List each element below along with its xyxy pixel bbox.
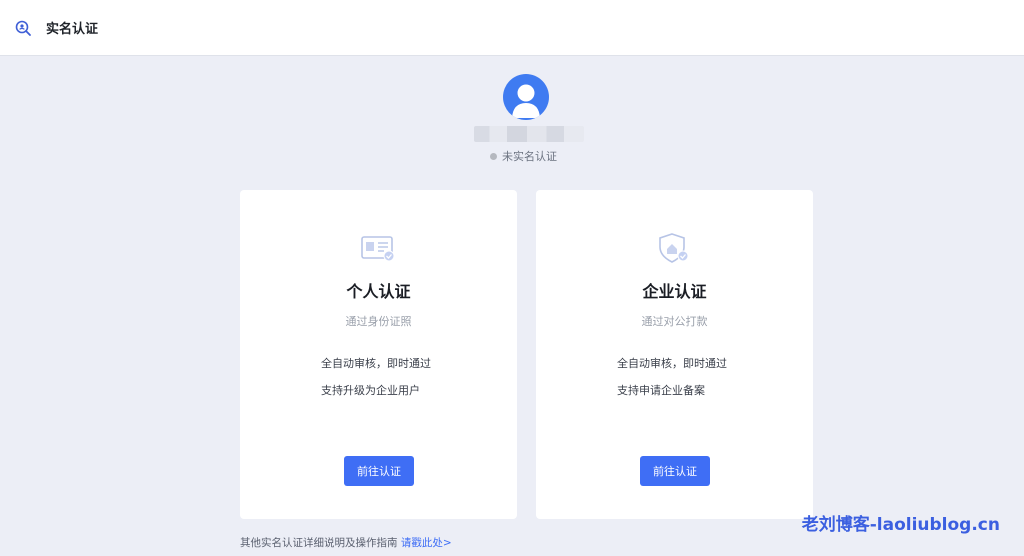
feature-item: 支持申请企业备案	[617, 384, 705, 397]
card-subtitle: 通过对公打款	[641, 315, 708, 328]
guide-link[interactable]: 请戳此处>	[401, 537, 452, 549]
feature-list: 全自动审核，即时通过 支持申请企业备案	[617, 357, 727, 411]
personal-verification-card: 个人认证 通过身份证照 全自动审核，即时通过 支持升级为企业用户 前往认证	[240, 190, 517, 519]
watermark: 老刘博客-laoliublog.cn	[801, 515, 1000, 535]
avatar	[503, 74, 549, 120]
feature-item: 全自动审核，即时通过	[617, 357, 727, 370]
status-dot-icon	[490, 152, 497, 160]
card-title: 个人认证	[346, 282, 411, 301]
feature-list: 全自动审核，即时通过 支持升级为企业用户	[321, 357, 431, 411]
personal-verify-button[interactable]: 前往认证	[344, 456, 414, 486]
status-text: 未实名认证	[502, 150, 557, 163]
verification-status: 未实名认证	[490, 148, 557, 164]
enterprise-verify-button[interactable]: 前往认证	[640, 456, 710, 486]
feature-item: 全自动审核，即时通过	[321, 357, 431, 370]
feature-item: 支持升级为企业用户	[321, 384, 420, 397]
guide-text: 其他实名认证详细说明及操作指南	[240, 537, 398, 549]
guide-note: 其他实名认证详细说明及操作指南 请戳此处>	[240, 535, 452, 550]
card-subtitle: 通过身份证照	[345, 315, 412, 328]
search-badge-icon	[14, 19, 32, 37]
top-header: 实名认证	[0, 0, 1024, 56]
enterprise-verification-card: 企业认证 通过对公打款 全自动审核，即时通过 支持申请企业备案 前往认证	[536, 190, 813, 519]
profile-section: 未实名认证	[0, 56, 1024, 176]
page-title: 实名认证	[46, 22, 99, 37]
card-title: 企业认证	[642, 282, 707, 301]
id-card-icon	[360, 232, 396, 264]
enterprise-shield-icon	[656, 232, 692, 264]
masked-username	[474, 126, 584, 142]
